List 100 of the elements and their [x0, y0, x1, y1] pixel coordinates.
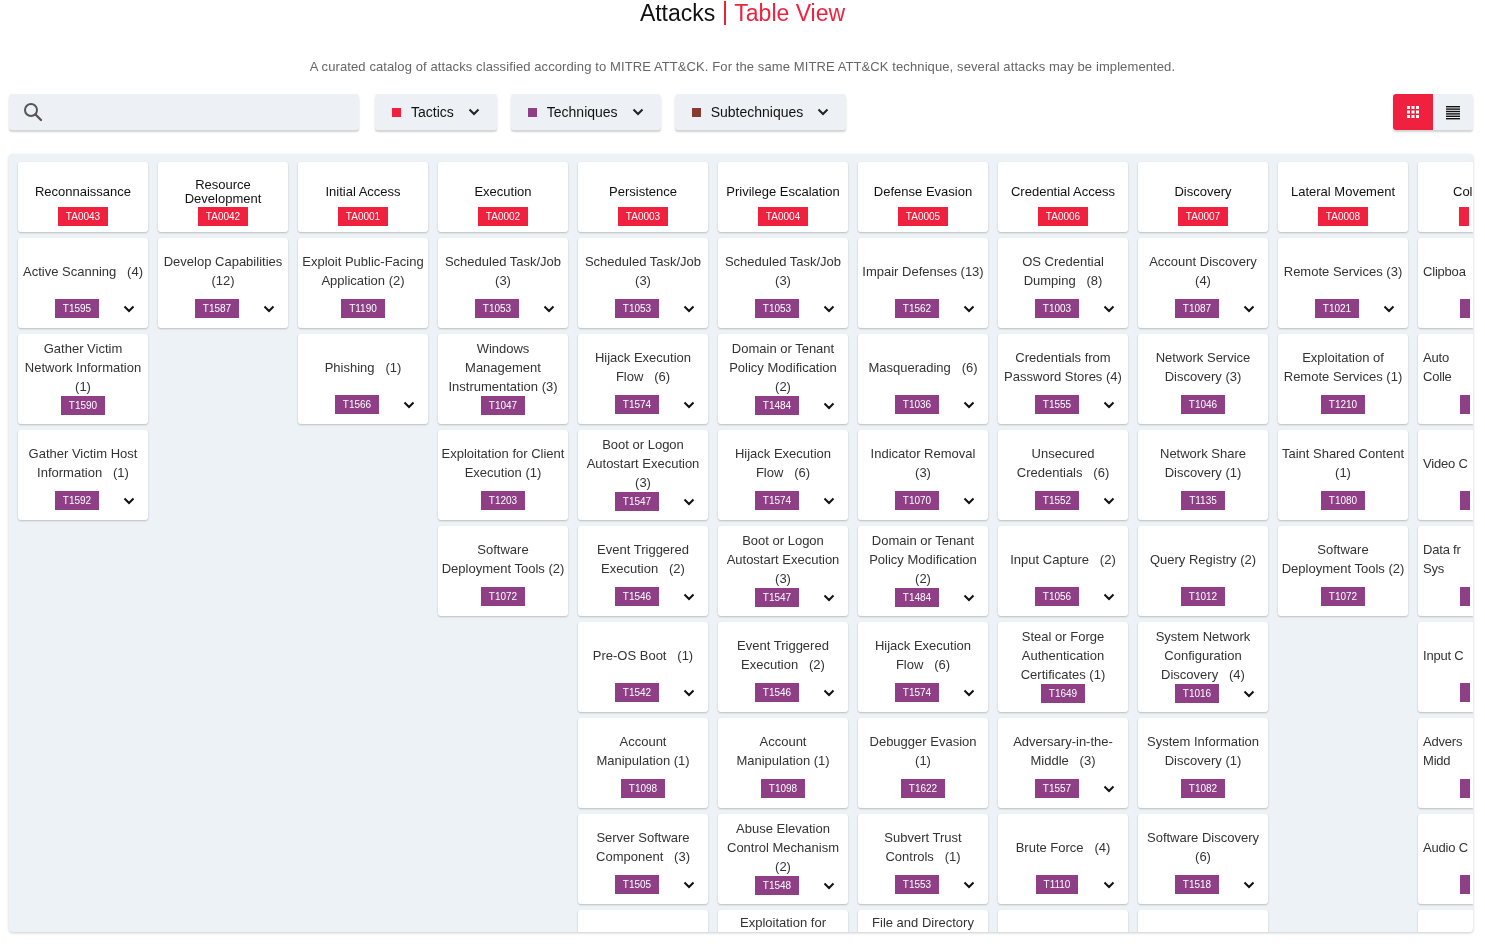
technique-card[interactable]: Gather Victim Network Information (1) T1590 — [18, 334, 148, 424]
technique-card[interactable]: Scheduled Task/Job (3) T1053 — [718, 238, 848, 328]
filter-dropdown[interactable]: Techniques — [510, 94, 661, 130]
technique-card[interactable]: System Network Configuration Discovery (4) T1016 — [1138, 622, 1268, 712]
expand-chevron-icon[interactable] — [1103, 305, 1115, 313]
technique-card[interactable]: Domain or Tenant Policy Modification (2) T1484 — [718, 334, 848, 424]
technique-card[interactable]: Active Scanning (4) T1595 — [18, 238, 148, 328]
expand-chevron-icon[interactable] — [823, 689, 835, 697]
technique-card[interactable]: Software Deployment Tools (2) T1072 — [438, 526, 568, 616]
technique-card[interactable]: System Information Discovery (1) T1082 — [1138, 718, 1268, 808]
expand-chevron-icon[interactable] — [963, 305, 975, 313]
technique-card[interactable]: Exploitation for Client Execution (1) T1203 — [438, 430, 568, 520]
expand-chevron-icon[interactable] — [823, 305, 835, 313]
technique-card[interactable]: Brute Force (4) T1110 — [998, 814, 1128, 904]
technique-card[interactable]: Hijack Execution Flow (6) T1574 — [858, 622, 988, 712]
technique-card[interactable]: Account Discovery (4) T1087 — [1138, 238, 1268, 328]
technique-card[interactable]: Taint Shared Content (1) T1080 — [1278, 430, 1408, 520]
expand-chevron-icon[interactable] — [1243, 881, 1255, 889]
technique-card[interactable]: OS Credential Dumping (8) T1003 — [998, 238, 1128, 328]
technique-card[interactable]: Credentials from Password Stores (4) T1555 — [998, 334, 1128, 424]
technique-card[interactable]: Phishing (1) T1566 — [298, 334, 428, 424]
technique-card[interactable]: Server Software Component (3) T1505 — [578, 814, 708, 904]
expand-chevron-icon[interactable] — [1103, 401, 1115, 409]
technique-id-badge: T1546 — [614, 587, 660, 606]
technique-card[interactable]: Video C — [1418, 430, 1473, 520]
filter-dropdown[interactable]: Subtechniques — [674, 94, 847, 130]
technique-card[interactable]: Domain or Tenant Policy Modification (2) T1484 — [858, 526, 988, 616]
expand-chevron-icon[interactable] — [123, 497, 135, 505]
search-field[interactable] — [9, 94, 359, 130]
technique-card[interactable]: Software Deployment Tools (2) T1072 — [1278, 526, 1408, 616]
expand-chevron-icon[interactable] — [823, 594, 835, 602]
technique-card[interactable]: Advers Midd — [1418, 718, 1473, 808]
technique-card[interactable]: Data fr Sys — [1418, 526, 1473, 616]
expand-chevron-icon[interactable] — [683, 593, 695, 601]
technique-card[interactable]: Unsecured Credentials (6) T1552 — [998, 430, 1128, 520]
expand-chevron-icon[interactable] — [1383, 305, 1395, 313]
technique-card[interactable]: Indicator Removal (3) T1070 — [858, 430, 988, 520]
technique-card[interactable]: Hijack Execution Flow (6) T1574 — [578, 334, 708, 424]
technique-card[interactable]: Adversary-in-the-Middle (3) T1557 — [998, 718, 1128, 808]
technique-card[interactable]: Account Manipulation (1) T1098 — [578, 718, 708, 808]
expand-chevron-icon[interactable] — [1103, 785, 1115, 793]
technique-card[interactable]: Network Share Discovery (1) T1135 — [1138, 430, 1268, 520]
expand-chevron-icon[interactable] — [543, 305, 555, 313]
technique-card[interactable]: Event Triggered Execution (2) T1546 — [578, 526, 708, 616]
expand-chevron-icon[interactable] — [1103, 593, 1115, 601]
technique-card[interactable]: Event Triggered Execution (2) T1546 — [718, 622, 848, 712]
expand-chevron-icon[interactable] — [123, 305, 135, 313]
expand-chevron-icon[interactable] — [823, 882, 835, 890]
expand-chevron-icon[interactable] — [823, 402, 835, 410]
technique-card[interactable]: Hijack Execution Flow (6) T1574 — [718, 430, 848, 520]
expand-chevron-icon[interactable] — [963, 689, 975, 697]
technique-card[interactable]: Auto Colle — [1418, 334, 1473, 424]
technique-card[interactable]: Input C — [1418, 622, 1473, 712]
expand-chevron-icon[interactable] — [1243, 690, 1255, 698]
expand-chevron-icon[interactable] — [963, 497, 975, 505]
technique-card[interactable]: Pre-OS Boot (1) T1542 — [578, 622, 708, 712]
technique-card[interactable]: Exploitation of Remote Services (1) T1210 — [1278, 334, 1408, 424]
grid-view-button[interactable] — [1393, 94, 1433, 130]
list-view-button[interactable] — [1433, 94, 1473, 130]
expand-chevron-icon[interactable] — [963, 594, 975, 602]
technique-card[interactable]: Clipboa — [1418, 238, 1473, 328]
technique-card[interactable]: Boot or Logon Autostart Execution (3) T1547 — [718, 526, 848, 616]
expand-chevron-icon[interactable] — [823, 497, 835, 505]
expand-chevron-icon[interactable] — [963, 401, 975, 409]
expand-chevron-icon[interactable] — [683, 401, 695, 409]
filter-dropdown[interactable]: Tactics — [375, 94, 497, 130]
technique-card[interactable]: Subvert Trust Controls (1) T1553 — [858, 814, 988, 904]
technique-card[interactable]: Develop Capabilities (12) T1587 — [158, 238, 288, 328]
technique-card[interactable]: Scheduled Task/Job (3) T1053 — [438, 238, 568, 328]
technique-card[interactable]: Scheduled Task/Job (3) T1053 — [578, 238, 708, 328]
expand-chevron-icon[interactable] — [683, 498, 695, 506]
technique-card[interactable]: Audio C — [1418, 814, 1473, 904]
technique-card[interactable]: Steal or Forge Authentication Certificates (1) T1649 — [998, 622, 1128, 712]
technique-card[interactable]: Windows Management Instrumentation (3) T1047 — [438, 334, 568, 424]
expand-chevron-icon[interactable] — [1243, 305, 1255, 313]
technique-card[interactable]: Network Service Discovery (3) T1046 — [1138, 334, 1268, 424]
technique-card[interactable]: Debugger Evasion (1) T1622 — [858, 718, 988, 808]
technique-card[interactable]: Impair Defenses (13) T1562 — [858, 238, 988, 328]
technique-card[interactable]: Gather Victim Host Information (1) T1592 — [18, 430, 148, 520]
expand-chevron-icon[interactable] — [683, 305, 695, 313]
expand-chevron-icon[interactable] — [403, 401, 415, 409]
technique-card[interactable]: Exploitation for — [718, 910, 848, 932]
technique-card[interactable]: Query Registry (2) T1012 — [1138, 526, 1268, 616]
expand-chevron-icon[interactable] — [683, 881, 695, 889]
expand-chevron-icon[interactable] — [1103, 881, 1115, 889]
technique-card[interactable]: File and Directory — [858, 910, 988, 932]
technique-card[interactable]: Software Discovery (6) T1518 — [1138, 814, 1268, 904]
technique-card[interactable]: Remote Services (3) T1021 — [1278, 238, 1408, 328]
expand-chevron-icon[interactable] — [683, 689, 695, 697]
technique-card[interactable]: Boot or Logon Autostart Execution (3) T1547 — [578, 430, 708, 520]
technique-card[interactable]: Abuse Elevation Control Mechanism (2) T1548 — [718, 814, 848, 904]
technique-card[interactable]: Account Manipulation (1) T1098 — [718, 718, 848, 808]
page-title: Attacks — [639, 0, 716, 26]
expand-chevron-icon[interactable] — [963, 881, 975, 889]
technique-card[interactable]: Exploit Public-Facing Application (2) T1190 — [298, 238, 428, 328]
technique-card[interactable]: Masquerading (6) T1036 — [858, 334, 988, 424]
technique-name: Boot or Logon Autostart Execution (3) — [725, 532, 841, 588]
expand-chevron-icon[interactable] — [1103, 497, 1115, 505]
technique-card[interactable]: Input Capture (2) T1056 — [998, 526, 1128, 616]
expand-chevron-icon[interactable] — [263, 305, 275, 313]
